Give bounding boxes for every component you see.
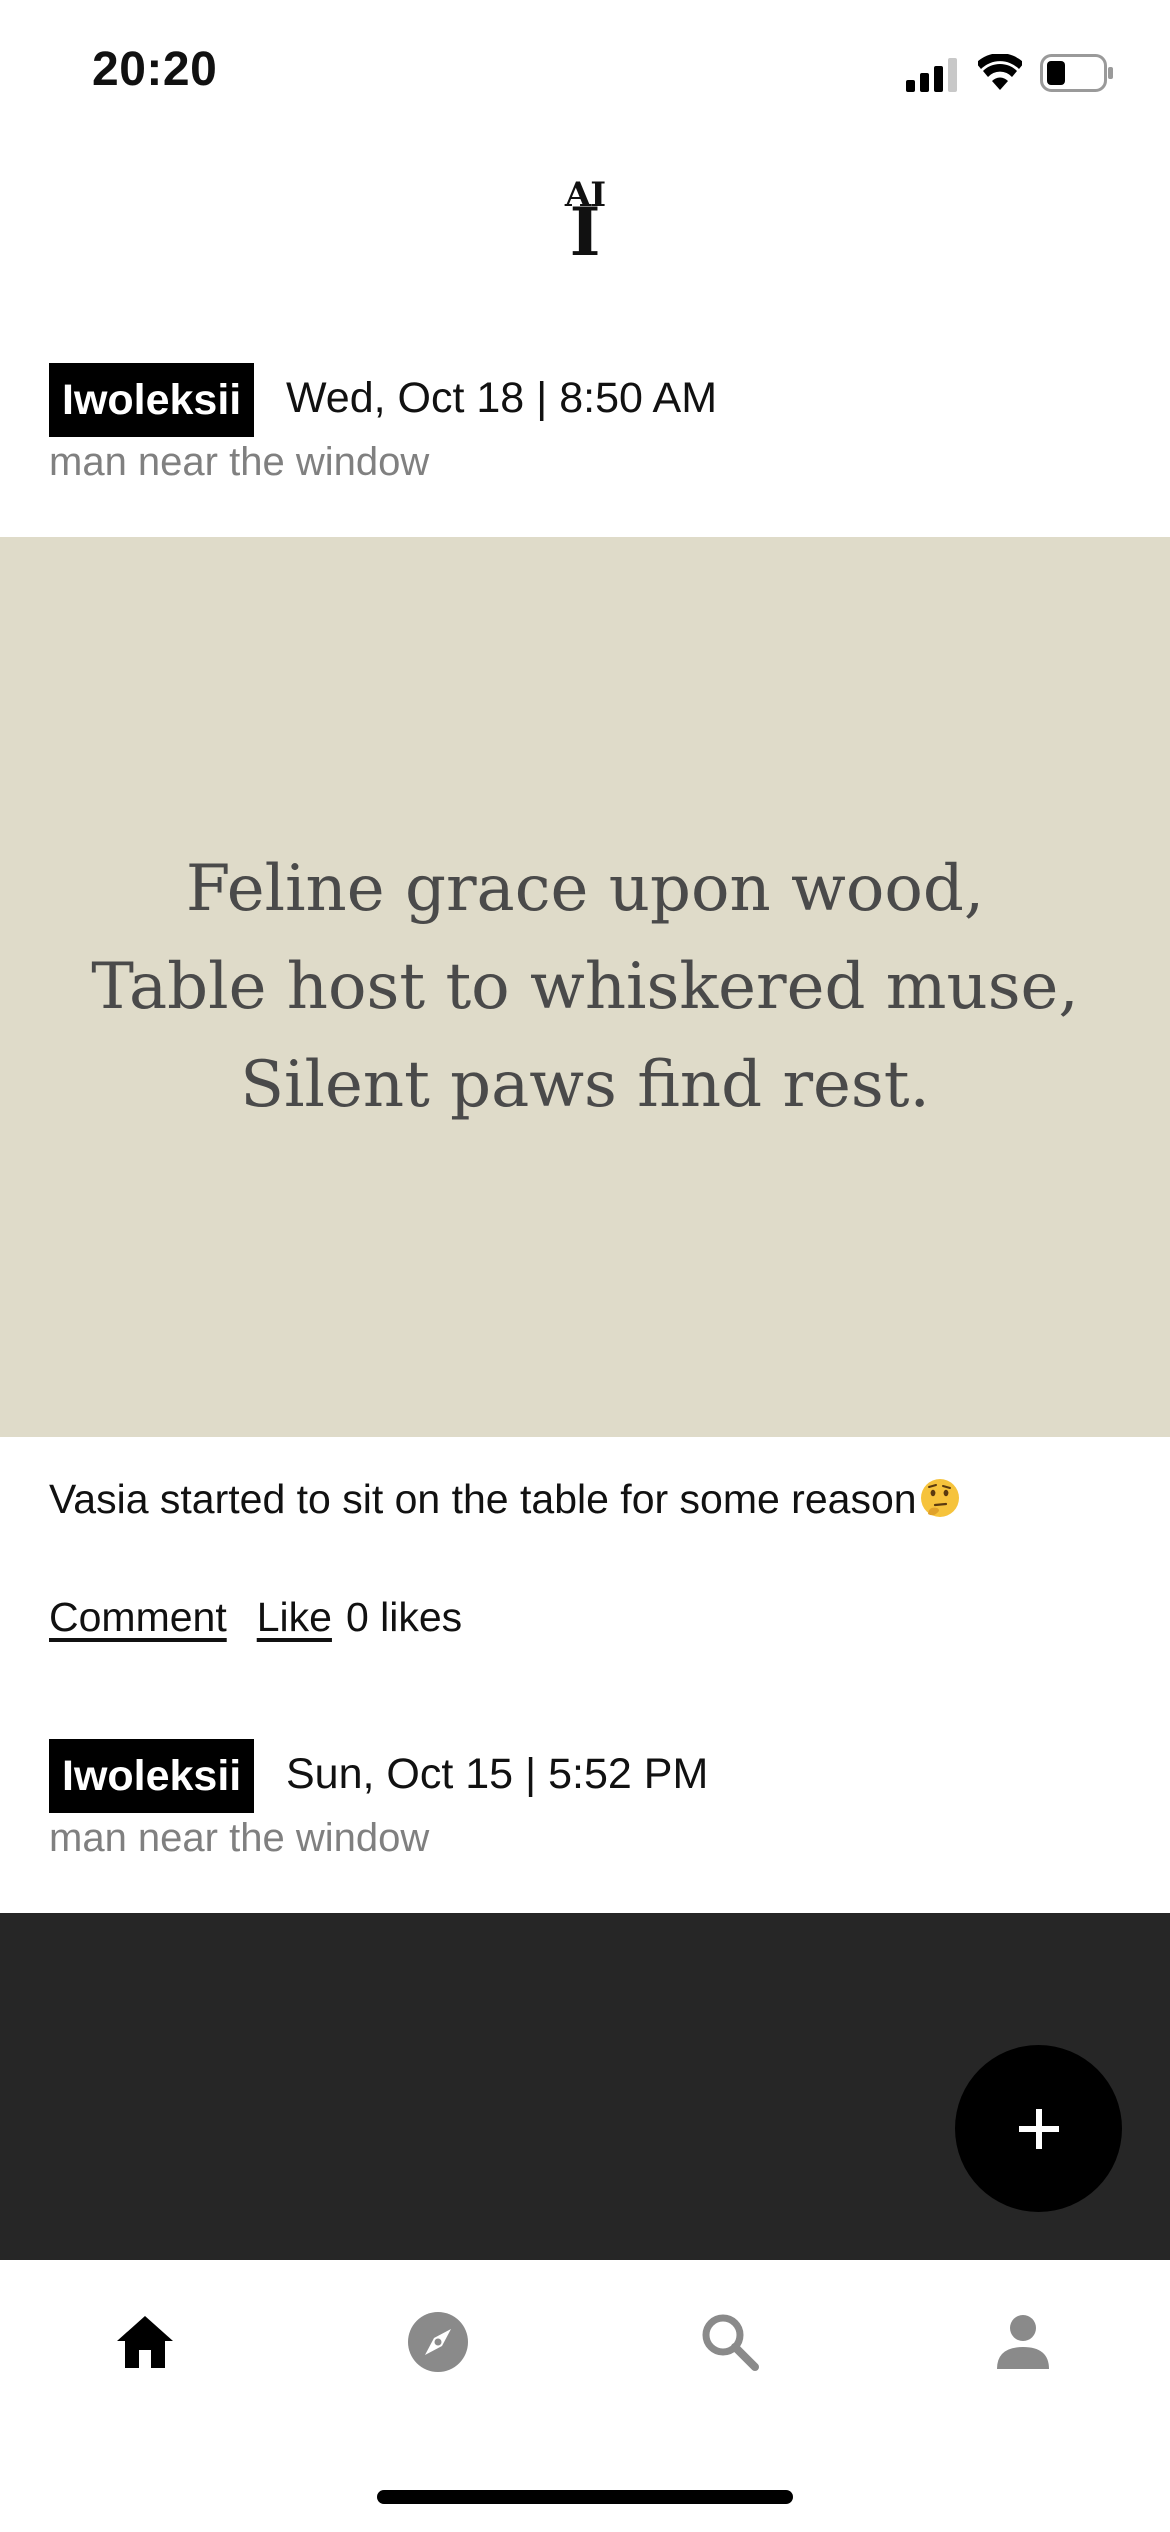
- comment-link[interactable]: Comment: [49, 1594, 227, 1641]
- post-caption: Vasia started to sit on the table for so…: [49, 1476, 961, 1523]
- caption-text: Vasia started to sit on the table for so…: [49, 1476, 917, 1522]
- battery-icon: [1040, 54, 1113, 92]
- status-time: 20:20: [92, 43, 218, 96]
- nav-profile[interactable]: [983, 2302, 1063, 2382]
- nav-home[interactable]: [105, 2302, 185, 2382]
- post-haiku-image[interactable]: Feline grace upon wood, Table host to wh…: [0, 537, 1170, 1437]
- profile-icon: [997, 2315, 1049, 2369]
- home-indicator: [377, 2490, 793, 2504]
- haiku-line: Table host to whiskered muse,: [91, 950, 1079, 1024]
- plus-icon: [1018, 2108, 1059, 2149]
- post-username-badge[interactable]: Iwoleksii: [49, 1739, 255, 1813]
- haiku-line: Silent paws find rest.: [240, 1048, 930, 1122]
- likes-count: 0 likes: [345, 1594, 463, 1640]
- compass-icon: [408, 2312, 468, 2372]
- logo-bottom-text: I: [569, 193, 601, 271]
- thinking-face-icon: [920, 1479, 959, 1517]
- home-icon: [117, 2316, 173, 2368]
- haiku-text: Feline grace upon wood, Table host to wh…: [91, 840, 1079, 1134]
- app-logo[interactable]: AI I: [545, 175, 625, 275]
- haiku-line: Feline grace upon wood,: [185, 852, 985, 926]
- post-subtitle: man near the window: [49, 440, 430, 484]
- post-username-badge[interactable]: Iwoleksii: [49, 363, 255, 437]
- nav-explore[interactable]: [398, 2302, 478, 2382]
- like-link[interactable]: Like: [257, 1594, 332, 1641]
- cellular-signal-icon: [906, 58, 957, 92]
- post-actions: Comment Like 0 likes: [49, 1594, 462, 1641]
- add-post-button[interactable]: [955, 2045, 1122, 2212]
- search-icon: [702, 2314, 759, 2371]
- post-date: Wed, Oct 18 | 8:50 AM: [286, 374, 718, 422]
- post-subtitle: man near the window: [49, 1816, 430, 1860]
- wifi-icon: [978, 54, 1022, 90]
- nav-search[interactable]: [690, 2302, 770, 2382]
- post-date: Sun, Oct 15 | 5:52 PM: [286, 1750, 709, 1798]
